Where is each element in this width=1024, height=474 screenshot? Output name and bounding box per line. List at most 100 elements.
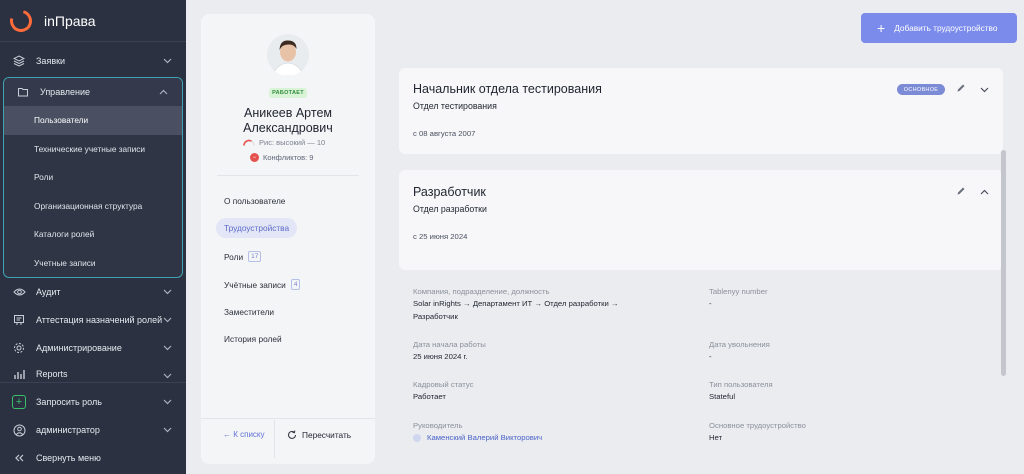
sidebar-item-roles[interactable]: Роли bbox=[4, 163, 182, 192]
layers-icon bbox=[12, 54, 26, 68]
nav-item-label: Аттестация назначений ролей bbox=[36, 315, 163, 325]
nav-item-audit[interactable]: Аудит bbox=[0, 278, 186, 306]
hr-status-label: Кадровый статус bbox=[413, 380, 474, 389]
tab-deputies[interactable]: Заместители bbox=[224, 307, 274, 317]
gear-icon bbox=[12, 341, 26, 355]
chevron-down-icon bbox=[163, 371, 172, 381]
conflicts-label: Конфликтов: 9 bbox=[263, 153, 314, 162]
chevron-down-icon[interactable] bbox=[980, 85, 989, 95]
double-chevron-left-icon bbox=[12, 451, 26, 465]
end-date-value: - bbox=[709, 352, 712, 361]
profile-divider bbox=[217, 175, 359, 176]
back-to-list-link[interactable]: ← К списку bbox=[223, 430, 265, 439]
sidebar-item-role-catalogs[interactable]: Каталоги ролей bbox=[4, 220, 182, 249]
risk-level: Рис: высокий — 10 bbox=[243, 138, 325, 147]
refresh-icon bbox=[287, 430, 297, 440]
end-date-label: Дата увольнения bbox=[709, 340, 770, 349]
nav-item-administration[interactable]: Администрирование bbox=[0, 334, 186, 362]
chevron-down-icon bbox=[163, 56, 172, 66]
job-title: Начальник отдела тестирования bbox=[413, 82, 602, 96]
job-start-date: с 25 июня 2024 bbox=[413, 232, 468, 241]
user-menu[interactable]: администратор bbox=[0, 416, 186, 444]
app-title: inПрава bbox=[44, 12, 96, 29]
job-department: Отдел разработки bbox=[413, 204, 487, 214]
tab-label: Учётные записи bbox=[224, 279, 286, 290]
tab-employments[interactable]: Трудоустройства bbox=[216, 218, 298, 238]
plus-icon: + bbox=[12, 395, 26, 409]
risk-label: Рис: высокий — 10 bbox=[259, 138, 326, 147]
manager-label: Руководитель bbox=[413, 421, 463, 430]
request-role-button[interactable]: + Запросить роль bbox=[0, 388, 186, 416]
roles-count-badge: 17 bbox=[248, 251, 262, 262]
nav-item-requests[interactable]: Заявки bbox=[0, 47, 186, 75]
nav-item-label: Reports bbox=[36, 369, 68, 379]
company-label: Компания, подразделение, должность bbox=[413, 287, 550, 296]
employment-details: Компания, подразделение, должность Solar… bbox=[399, 273, 1003, 474]
tab-about-user[interactable]: О пользователе bbox=[224, 196, 285, 206]
user-name-line-2: Александрович bbox=[243, 121, 333, 135]
primary-employment-value: Нет bbox=[709, 433, 723, 442]
company-value-line-1: Solar inRights → Департамент ИТ → Отдел … bbox=[413, 299, 619, 308]
chevron-up-icon[interactable] bbox=[980, 187, 989, 197]
sidebar-item-accounts[interactable]: Учетные записи bbox=[4, 249, 182, 278]
job-department: Отдел тестирования bbox=[413, 101, 497, 111]
add-employment-button[interactable]: + Добавить трудоустройство bbox=[861, 13, 1017, 43]
chevron-down-icon bbox=[163, 343, 172, 353]
tab-number-label: Tablenyy number bbox=[709, 287, 768, 296]
company-value-line-2: Разработчик bbox=[413, 312, 458, 321]
chevron-down-icon bbox=[163, 315, 172, 325]
edit-icon[interactable] bbox=[956, 83, 966, 95]
eye-icon bbox=[12, 285, 26, 299]
tab-label: Роли bbox=[224, 251, 244, 262]
collapse-menu-button[interactable]: Свернуть меню bbox=[0, 444, 186, 472]
start-date-value: 25 июня 2024 г. bbox=[413, 352, 468, 361]
plus-icon: + bbox=[877, 20, 886, 36]
app-logo[interactable]: inПрава bbox=[0, 0, 186, 42]
tab-number-value: - bbox=[709, 299, 712, 308]
collapse-menu-label: Свернуть меню bbox=[36, 453, 101, 463]
nav-item-management[interactable]: Управление bbox=[4, 78, 182, 106]
start-date-label: Дата начала работы bbox=[413, 340, 486, 349]
nav-item-label: Администрирование bbox=[36, 343, 122, 353]
risk-gauge-icon bbox=[243, 139, 255, 146]
tab-label: История ролей bbox=[224, 334, 282, 344]
sidebar: inПрава Заявки Управление Пользователи Т… bbox=[0, 0, 186, 474]
avatar bbox=[267, 34, 309, 76]
tab-label: О пользователе bbox=[224, 196, 286, 206]
sidebar-item-users[interactable]: Пользователи bbox=[4, 106, 182, 135]
chevron-up-icon bbox=[159, 87, 168, 97]
manager-name: Каменский Валерий Викторович bbox=[427, 433, 543, 442]
chevron-down-icon bbox=[163, 287, 172, 297]
sidebar-item-tech-accounts[interactable]: Технические учетные записи bbox=[4, 135, 182, 164]
edit-icon[interactable] bbox=[956, 186, 966, 198]
user-full-name: Аникеев Артем Александрович bbox=[201, 106, 375, 136]
tab-accounts[interactable]: Учётные записи 4 bbox=[224, 279, 301, 290]
folder-icon bbox=[16, 85, 30, 99]
recalculate-label: Пересчитать bbox=[302, 430, 352, 440]
sidebar-divider bbox=[0, 382, 186, 383]
user-type-label: Тип пользователя bbox=[709, 380, 773, 389]
employment-card-primary[interactable]: Начальник отдела тестирования Отдел тест… bbox=[399, 68, 1003, 154]
attestation-icon bbox=[12, 313, 26, 327]
sidebar-item-org-structure[interactable]: Организационная структура bbox=[4, 192, 182, 221]
recalculate-button[interactable]: Пересчитать bbox=[287, 430, 351, 440]
user-type-value: Stateful bbox=[709, 392, 736, 401]
bar-chart-icon bbox=[12, 367, 26, 381]
primary-badge: ОСНОВНОЕ bbox=[897, 84, 945, 95]
request-role-label: Запросить роль bbox=[36, 397, 102, 407]
conflict-icon: − bbox=[250, 153, 259, 162]
nav-item-label: Аудит bbox=[36, 287, 61, 297]
scrollbar[interactable] bbox=[1001, 150, 1006, 376]
logo-icon bbox=[5, 5, 37, 36]
employment-card-developer[interactable]: Разработчик Отдел разработки с 25 июня 2… bbox=[399, 170, 1003, 270]
nav-item-label: Заявки bbox=[36, 56, 66, 66]
job-start-date: с 08 августа 2007 bbox=[413, 129, 476, 138]
user-name-label: администратор bbox=[36, 425, 100, 435]
nav-item-attestation[interactable]: Аттестация назначений ролей bbox=[0, 306, 186, 334]
status-badge: РАБОТАЕТ bbox=[269, 88, 307, 98]
profile-card: РАБОТАЕТ Аникеев Артем Александрович Рис… bbox=[201, 14, 375, 464]
tab-role-history[interactable]: История ролей bbox=[224, 334, 282, 344]
tab-roles[interactable]: Роли 17 bbox=[224, 251, 262, 262]
accounts-count-badge: 4 bbox=[290, 279, 301, 290]
manager-link[interactable]: Каменский Валерий Викторович bbox=[413, 433, 542, 442]
